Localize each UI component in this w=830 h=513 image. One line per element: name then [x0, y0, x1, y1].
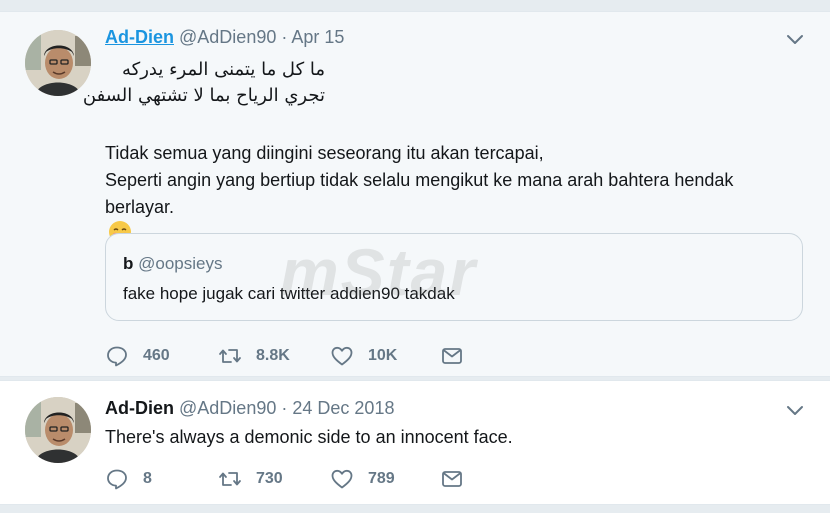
tweet-text-arabic: ما كل ما يتمنى المرء يدركه تجري الرياح ب…: [82, 57, 325, 109]
retweet-count: 730: [256, 470, 283, 487]
tweet-text: Tidak semua yang diingini seseorang itu …: [105, 140, 805, 243]
reply-button[interactable]: 460: [105, 343, 170, 369]
quoted-author-name: b: [123, 254, 134, 273]
author-name[interactable]: Ad-Dien: [105, 27, 174, 47]
author-handle[interactable]: @AdDien90: [179, 27, 276, 47]
avatar[interactable]: [25, 397, 91, 463]
retweet-button[interactable]: 8.8K: [218, 343, 290, 369]
chevron-down-icon[interactable]: [786, 401, 804, 419]
tweet-date[interactable]: Apr 15: [291, 27, 344, 47]
tweet-header: Ad-Dien @AdDien90 · Apr 15: [105, 26, 344, 48]
timeline: Ad-Dien @AdDien90 · Apr 15 ما كل ما يتمن…: [0, 0, 830, 513]
tweet-text-line: Seperti angin yang bertiup tidak selalu …: [105, 170, 734, 190]
like-count: 10K: [368, 347, 398, 364]
quoted-author-handle: @oopsieys: [138, 254, 223, 273]
envelope-icon: [440, 467, 464, 491]
separator-dot: ·: [281, 27, 288, 47]
tweet-actions: 460 8.8K 10K: [105, 343, 485, 369]
quoted-author: b @oopsieys: [123, 254, 222, 274]
heart-icon: [330, 467, 354, 491]
quoted-text: fake hope jugak cari twitter addien90 ta…: [123, 284, 455, 303]
author-handle[interactable]: @AdDien90: [179, 398, 276, 418]
tweet-text-line: Tidak semua yang diingini seseorang itu …: [105, 143, 544, 163]
tweet[interactable]: Ad-Dien @AdDien90 · 24 Dec 2018 There's …: [0, 380, 830, 505]
like-button[interactable]: 789: [330, 466, 395, 492]
retweet-button[interactable]: 730: [218, 466, 283, 492]
like-button[interactable]: 10K: [330, 343, 397, 369]
reply-count: 460: [143, 347, 170, 364]
retweet-count: 8.8K: [256, 347, 290, 364]
direct-message-button[interactable]: [440, 466, 464, 492]
tweet-text-line-end: berlayar.: [105, 197, 175, 217]
heart-icon: [330, 344, 354, 368]
arabic-line: تجري الرياح بما لا تشتهي السفن: [82, 85, 325, 106]
reply-button[interactable]: 8: [105, 466, 152, 492]
envelope-icon: [440, 344, 464, 368]
reply-count: 8: [143, 470, 152, 487]
arabic-line: ما كل ما يتمنى المرء يدركه: [121, 59, 325, 80]
tweet[interactable]: Ad-Dien @AdDien90 · Apr 15 ما كل ما يتمن…: [0, 11, 830, 377]
reply-icon: [105, 344, 129, 368]
tweet-header: Ad-Dien @AdDien90 · 24 Dec 2018: [105, 397, 394, 419]
author-name[interactable]: Ad-Dien: [105, 398, 174, 418]
separator-dot: ·: [281, 398, 288, 418]
tweet-date[interactable]: 24 Dec 2018: [292, 398, 394, 418]
chevron-down-icon[interactable]: [786, 30, 804, 48]
retweet-icon: [218, 467, 242, 491]
reply-icon: [105, 467, 129, 491]
direct-message-button[interactable]: [440, 343, 464, 369]
avatar[interactable]: [25, 30, 91, 96]
tweet-actions: 8 730 789: [105, 466, 485, 492]
retweet-icon: [218, 344, 242, 368]
tweet-text: There's always a demonic side to an inno…: [105, 427, 513, 447]
like-count: 789: [368, 470, 395, 487]
quoted-tweet[interactable]: b @oopsieys fake hope jugak cari twitter…: [105, 233, 803, 321]
